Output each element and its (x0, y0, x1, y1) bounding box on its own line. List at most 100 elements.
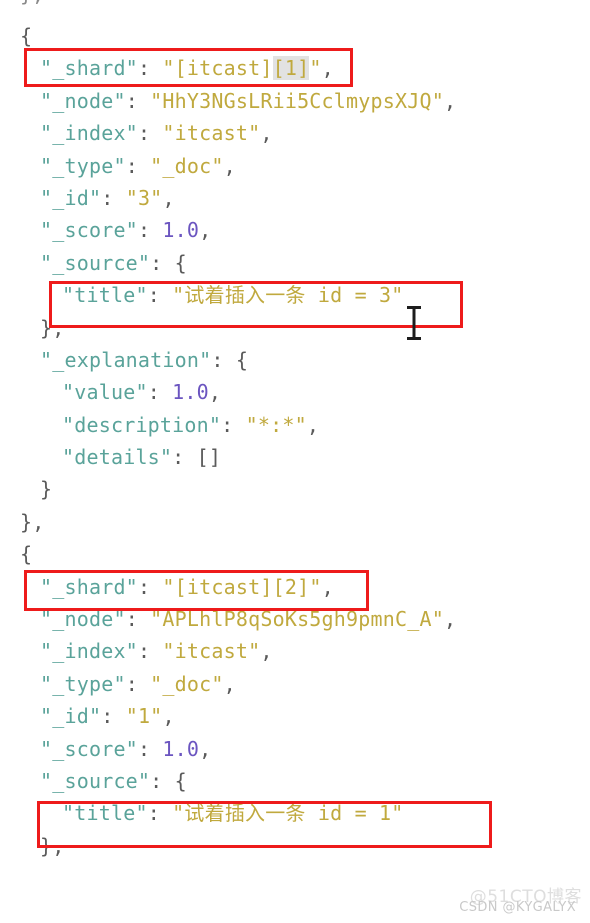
code-token: "_node" (40, 607, 126, 632)
code-token: }, (40, 315, 65, 340)
code-line: { (0, 538, 590, 570)
code-token: "试着插入一条 id = 1" (172, 801, 404, 826)
code-token: , (443, 607, 457, 632)
code-token: }, (40, 833, 65, 858)
code-token: [1] (272, 56, 310, 81)
code-token: "_score" (40, 218, 138, 243)
code-token: "_type" (40, 153, 126, 178)
code-token: , (443, 88, 457, 113)
code-token: { (20, 542, 33, 567)
code-token: : (221, 412, 246, 437)
code-token: "_id" (40, 704, 102, 729)
code-token: , (208, 380, 222, 405)
code-token: : (137, 736, 163, 761)
code-token: "_explanation" (40, 347, 212, 372)
code-token: "itcast" (162, 639, 261, 664)
code-token: : (211, 347, 236, 372)
code-line: "title": "试着插入一条 id = 1" (0, 797, 590, 829)
code-line: } (0, 473, 590, 505)
code-token: : (137, 639, 163, 664)
code-token: : (125, 607, 151, 632)
code-token: [] (196, 445, 222, 470)
code-line: "title": "试着插入一条 id = 3" (0, 279, 590, 311)
code-token: "*:*" (245, 412, 307, 437)
code-token: "_index" (40, 639, 138, 664)
code-line: "_type": "_doc", (0, 668, 590, 700)
code-token: "title" (62, 283, 148, 308)
code-token: "[itcast] (162, 56, 273, 81)
code-line: }, (0, 312, 590, 344)
code-token: 1.0 (172, 380, 209, 405)
code-token: "_source" (40, 768, 151, 793)
code-token: : (125, 153, 151, 178)
code-token: "3" (125, 185, 163, 210)
code-token: : (137, 574, 163, 599)
code-line: "_node": "HhY3NGsLRii5CclmypsXJQ", (0, 85, 590, 117)
code-line: "_type": "_doc", (0, 150, 590, 182)
code-token: "_source" (40, 250, 151, 275)
code-token: "试着插入一条 id = 3" (172, 283, 404, 308)
code-token: : (147, 380, 173, 405)
code-token: }, (20, 509, 45, 534)
code-token: : (150, 768, 175, 793)
code-token: "_shard" (40, 56, 138, 81)
clipped-top-line: }, (20, 0, 44, 6)
code-token: : (101, 185, 126, 210)
code-line: "_shard": "[itcast][2]", (0, 571, 590, 603)
code-token: { (235, 347, 249, 372)
code-token: , (199, 218, 212, 243)
code-line: "_score": 1.0, (0, 733, 590, 765)
code-token: "title" (62, 801, 148, 826)
code-line: "value": 1.0, (0, 376, 590, 408)
code-token: "[itcast][2]" (162, 574, 322, 599)
code-token: : (101, 704, 126, 729)
code-line: "_explanation": { (0, 344, 590, 376)
code-token: : (137, 56, 163, 81)
code-line: "details": [] (0, 441, 590, 473)
code-token: { (174, 250, 187, 275)
code-token: "_doc" (150, 153, 224, 178)
code-token: , (223, 671, 236, 696)
code-token: , (306, 412, 320, 437)
watermark-csdn: CSDN @KYGALYX (459, 900, 576, 915)
code-token: "description" (62, 412, 222, 437)
code-token: : (172, 445, 197, 470)
code-token: , (199, 736, 212, 761)
code-line: "_node": "APLhlP8qSoKs5gh9pmnC_A", (0, 603, 590, 635)
code-token: : (150, 250, 175, 275)
code-token: " (309, 56, 322, 81)
code-token: "HhY3NGsLRii5CclmypsXJQ" (150, 88, 444, 113)
code-token: , (223, 153, 236, 178)
code-token: { (174, 768, 187, 793)
code-token: "details" (62, 445, 173, 470)
code-token: "_type" (40, 671, 126, 696)
code-token: "_shard" (40, 574, 138, 599)
screenshot-root: }, { "_shard": "[itcast][1]", "_node": "… (0, 0, 590, 923)
code-token: , (321, 574, 334, 599)
json-response-body[interactable]: { "_shard": "[itcast][1]", "_node": "HhY… (0, 20, 590, 923)
code-token: 1.0 (162, 218, 200, 243)
code-line: "_source": { (0, 247, 590, 279)
code-token: : (147, 801, 173, 826)
code-token: "_id" (40, 185, 102, 210)
code-token: "1" (125, 704, 163, 729)
code-line: "description": "*:*", (0, 409, 590, 441)
code-token: , (321, 56, 334, 81)
code-line: }, (0, 506, 590, 538)
code-token: : (147, 283, 173, 308)
code-line: "_index": "itcast", (0, 117, 590, 149)
text-cursor-icon (406, 306, 422, 340)
code-line: { (0, 20, 590, 52)
code-token: : (137, 121, 163, 146)
code-token: "APLhlP8qSoKs5gh9pmnC_A" (150, 607, 444, 632)
code-line: "_score": 1.0, (0, 214, 590, 246)
code-line: "_source": { (0, 765, 590, 797)
code-token: : (137, 218, 163, 243)
code-line: "_id": "1", (0, 700, 590, 732)
code-token: "value" (62, 380, 148, 405)
code-token: : (125, 671, 151, 696)
code-token: : (125, 88, 151, 113)
code-line: "_index": "itcast", (0, 635, 590, 667)
code-line: "_shard": "[itcast][1]", (0, 52, 590, 84)
code-token: "_index" (40, 121, 138, 146)
